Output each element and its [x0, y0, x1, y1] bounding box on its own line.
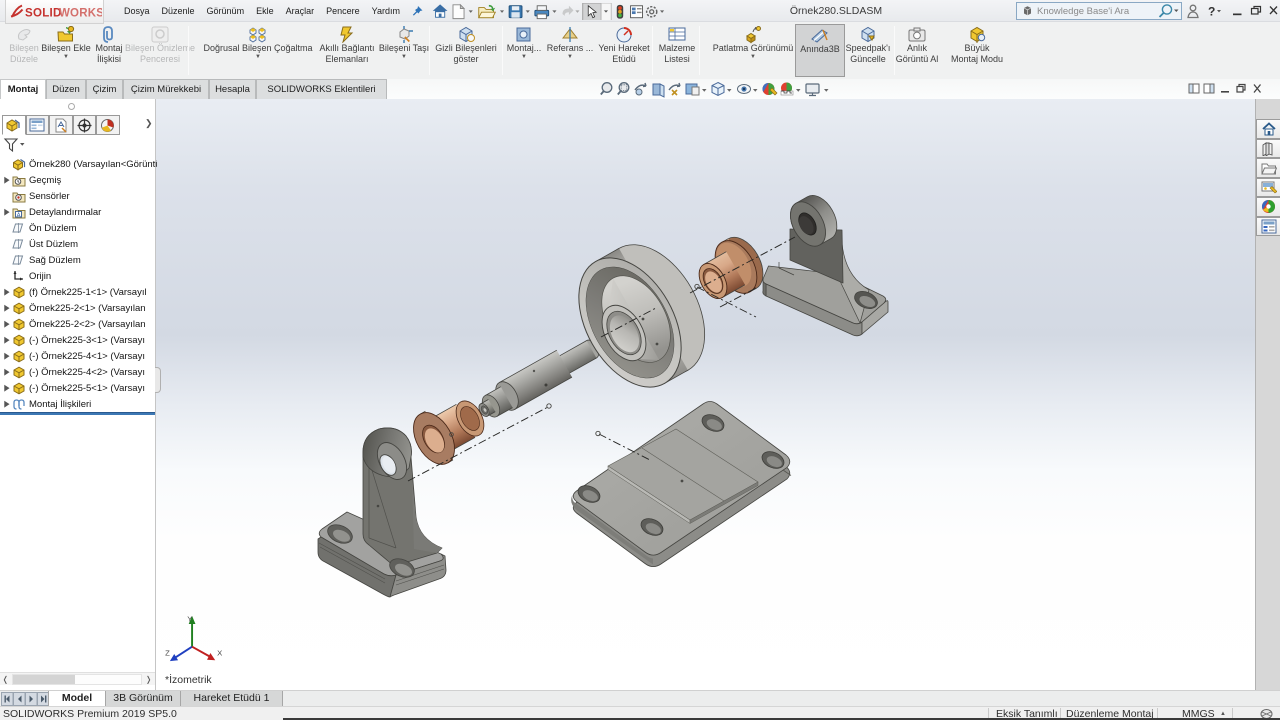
svg-text:Y: Y — [187, 615, 192, 624]
svg-text:Z: Z — [165, 648, 170, 657]
svg-text:WORKS: WORKS — [59, 7, 102, 19]
svg-text:SOLID: SOLID — [25, 7, 62, 19]
svg-text:?: ? — [1208, 5, 1215, 19]
svg-text:X: X — [217, 648, 222, 657]
svg-text:A: A — [17, 212, 21, 218]
